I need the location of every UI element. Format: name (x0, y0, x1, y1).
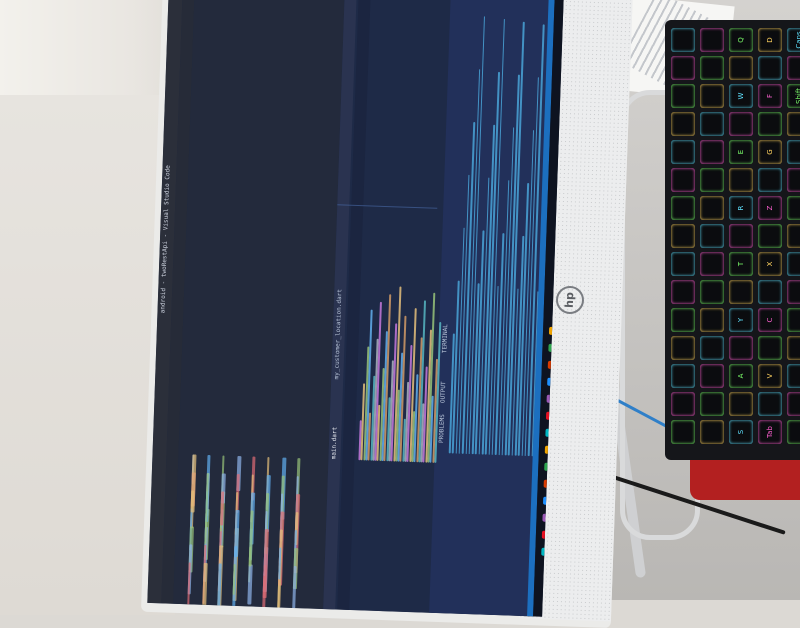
keyboard-key[interactable] (758, 56, 782, 80)
keyboard-key[interactable]: D (758, 28, 782, 52)
keyboard[interactable]: Q W E R T Y A S D F G Z X C V Tab Caps Shift (665, 20, 800, 460)
keyboard-key[interactable] (700, 196, 724, 220)
keyboard-key[interactable] (787, 112, 800, 136)
keyboard-key[interactable] (700, 336, 724, 360)
keyboard-key[interactable] (671, 308, 695, 332)
keyboard-key[interactable]: Q (729, 28, 753, 52)
keyboard-key[interactable]: Y (729, 308, 753, 332)
keyboard-key[interactable] (758, 112, 782, 136)
keyboard-key[interactable] (787, 140, 800, 164)
keyboard-key[interactable]: Z (758, 196, 782, 220)
keyboard-key[interactable] (758, 168, 782, 192)
keyboard-key[interactable] (700, 140, 724, 164)
keyboard-key[interactable]: Caps (787, 28, 800, 52)
panel-tab-problems[interactable]: PROBLEMS (438, 414, 446, 443)
explorer-sidebar[interactable] (173, 0, 345, 610)
keyboard-key[interactable] (671, 28, 695, 52)
keyboard-key[interactable]: Shift (787, 84, 800, 108)
keyboard-key[interactable]: C (758, 308, 782, 332)
panel-tab-output[interactable]: OUTPUT (439, 381, 447, 403)
keyboard-key[interactable] (787, 252, 800, 276)
keyboard-key[interactable] (787, 420, 800, 444)
keyboard-key[interactable] (671, 196, 695, 220)
keyboard-key[interactable] (729, 224, 753, 248)
keyboard-key[interactable] (671, 392, 695, 416)
keyboard-key[interactable] (671, 140, 695, 164)
keyboard-key[interactable]: W (729, 84, 753, 108)
keyboard-key[interactable] (700, 420, 724, 444)
keyboard-key[interactable] (700, 392, 724, 416)
keyboard-key[interactable] (671, 84, 695, 108)
keyboard-key[interactable]: X (758, 252, 782, 276)
keyboard-key[interactable] (700, 112, 724, 136)
keyboard-key[interactable]: E (729, 140, 753, 164)
keyboard-key[interactable] (700, 168, 724, 192)
keyboard-key[interactable] (758, 280, 782, 304)
keyboard-key[interactable] (671, 336, 695, 360)
keyboard-key[interactable] (729, 112, 753, 136)
keyboard-key[interactable]: F (758, 84, 782, 108)
keyboard-key[interactable]: A (729, 364, 753, 388)
keyboard-key[interactable]: V (758, 364, 782, 388)
keyboard-key[interactable] (787, 196, 800, 220)
keyboard-key[interactable] (700, 280, 724, 304)
keyboard-key[interactable] (787, 224, 800, 248)
keyboard-key[interactable] (671, 112, 695, 136)
keyboard-key[interactable] (700, 224, 724, 248)
keyboard-key[interactable] (671, 224, 695, 248)
keyboard-key[interactable]: Tab (758, 420, 782, 444)
keyboard-key[interactable] (787, 364, 800, 388)
keyboard-key[interactable] (671, 56, 695, 80)
keyboard-key[interactable] (729, 56, 753, 80)
keyboard-key[interactable] (758, 224, 782, 248)
keyboard-key[interactable] (671, 364, 695, 388)
keyboard-key[interactable] (729, 168, 753, 192)
keyboard-key[interactable] (787, 392, 800, 416)
keyboard-key[interactable] (700, 28, 724, 52)
monitor-screen[interactable]: android - twoRestApi - Visual Studio Cod… (147, 0, 564, 617)
keyboard-key[interactable] (671, 280, 695, 304)
keyboard-key[interactable] (729, 336, 753, 360)
keyboard-key[interactable] (787, 56, 800, 80)
keyboard-key[interactable]: G (758, 140, 782, 164)
panel-tab-terminal[interactable]: TERMINAL (441, 324, 449, 353)
keyboard-key[interactable] (787, 336, 800, 360)
keyboard-key[interactable] (729, 280, 753, 304)
keyboard-key[interactable] (700, 364, 724, 388)
keyboard-key[interactable] (671, 168, 695, 192)
keyboard-key[interactable] (700, 56, 724, 80)
keyboard-key[interactable]: T (729, 252, 753, 276)
keyboard-key[interactable] (671, 252, 695, 276)
keyboard-key[interactable] (671, 420, 695, 444)
keyboard-key[interactable] (758, 392, 782, 416)
keyboard-key[interactable] (700, 308, 724, 332)
keyboard-key[interactable]: R (729, 196, 753, 220)
keyboard-key[interactable] (700, 252, 724, 276)
keyboard-key[interactable] (729, 392, 753, 416)
keyboard-key[interactable] (758, 336, 782, 360)
keyboard-key[interactable] (787, 308, 800, 332)
keyboard-key[interactable]: S (729, 420, 753, 444)
keyboard-key[interactable] (700, 84, 724, 108)
editor-tab-main[interactable]: main.dart (330, 427, 338, 460)
keyboard-key[interactable] (787, 168, 800, 192)
keyboard-key[interactable] (787, 280, 800, 304)
